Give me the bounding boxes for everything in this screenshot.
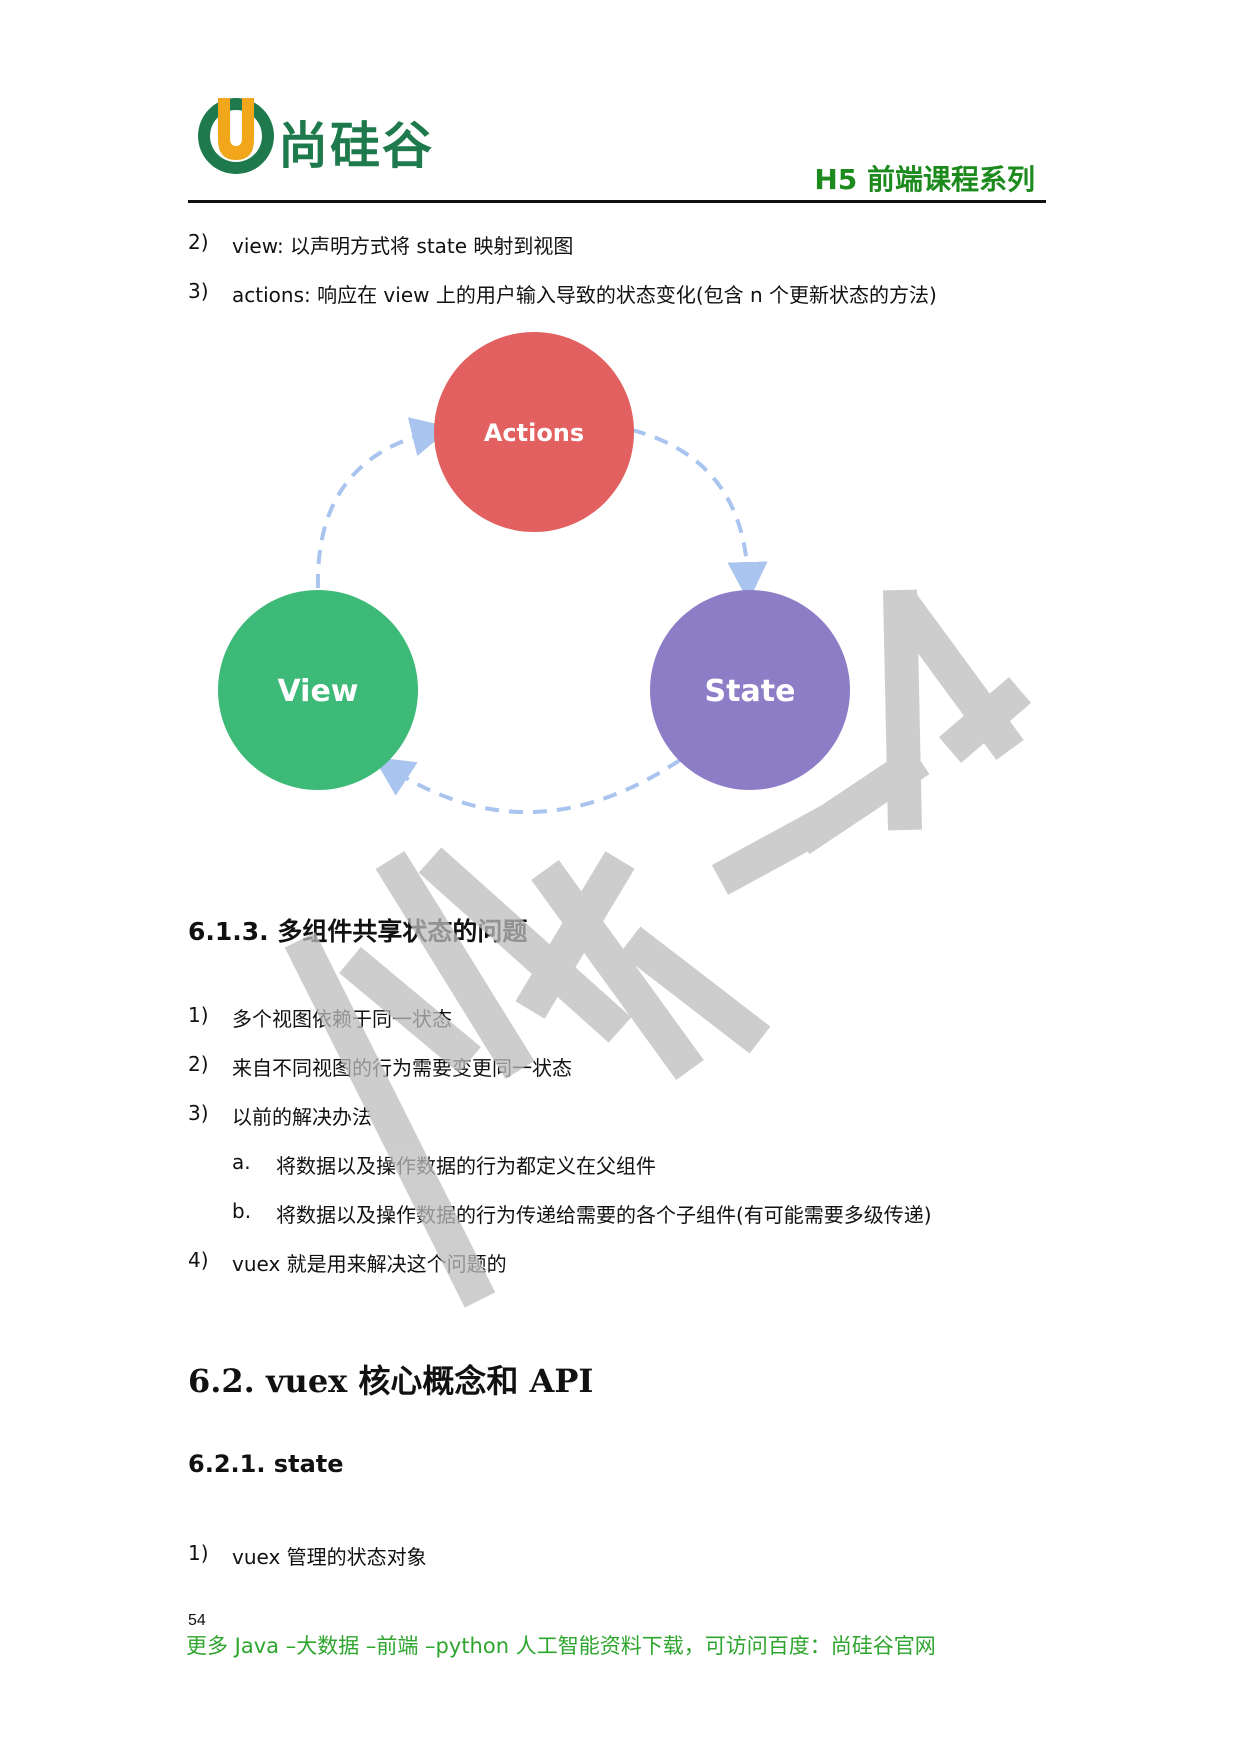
- item-text: view: 以声明方式将 state 映射到视图: [232, 234, 574, 258]
- item-number: 1): [188, 1541, 209, 1565]
- item-number: 1): [188, 1003, 209, 1027]
- header-divider: [188, 200, 1046, 203]
- item-letter: a.: [232, 1150, 251, 1174]
- arrow-actions-to-state: [631, 428, 768, 602]
- item-number: 2): [188, 1052, 209, 1076]
- item-text: 来自不同视图的行为需要变更同一状态: [232, 1056, 572, 1080]
- item-text: 以前的解决办法: [232, 1105, 372, 1129]
- arrow-view-to-actions: [315, 417, 452, 589]
- section-heading-6-2: 6.2. vuex 核心概念和 API: [188, 1362, 594, 1400]
- view-label: View: [277, 674, 358, 709]
- item-number: 3): [188, 279, 209, 303]
- item-number: 3): [188, 1101, 209, 1125]
- item-text: 将数据以及操作数据的行为都定义在父组件: [276, 1154, 656, 1178]
- item-number: 2): [188, 230, 209, 254]
- section-heading-6-2-1: 6.2.1. state: [188, 1450, 344, 1478]
- item-letter: b.: [232, 1199, 252, 1223]
- state-label: State: [705, 674, 796, 709]
- vuex-flow-diagram: Actions View State: [218, 332, 850, 815]
- item-text: 将数据以及操作数据的行为传递给需要的各个子组件(有可能需要多级传递): [276, 1203, 932, 1227]
- item-number: 4): [188, 1248, 209, 1272]
- watermark: [284, 589, 1032, 1308]
- logo-text: 尚硅谷: [278, 117, 434, 175]
- page-number: 54: [188, 1612, 206, 1629]
- item-text: vuex 就是用来解决这个问题的: [232, 1252, 507, 1276]
- logo: 尚硅谷: [196, 92, 496, 182]
- actions-label: Actions: [484, 419, 584, 447]
- section-heading-6-1-3: 6.1.3. 多组件共享状态的问题: [188, 917, 528, 946]
- item-text: vuex 管理的状态对象: [232, 1545, 427, 1569]
- item-text: actions: 响应在 view 上的用户输入导致的状态变化(包含 n 个更新…: [232, 283, 937, 307]
- arrow-state-to-view: [373, 757, 682, 815]
- item-text: 多个视图依赖于同一状态: [232, 1007, 452, 1031]
- course-series-title: H5 前端课程系列: [814, 163, 1035, 196]
- footer-note: 更多 Java –大数据 –前端 –python 人工智能资料下载，可访问百度：…: [186, 1634, 936, 1658]
- logo-u-icon: [198, 98, 274, 174]
